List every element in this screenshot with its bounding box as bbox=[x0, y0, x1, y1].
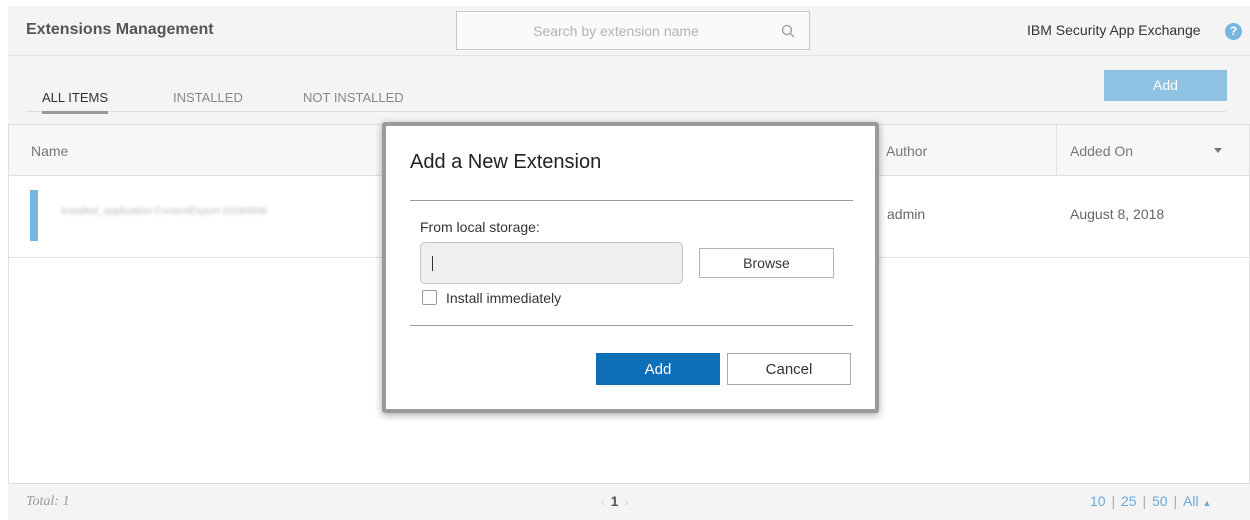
page-header: Extensions Management IBM Security App E… bbox=[8, 6, 1250, 56]
search-input[interactable] bbox=[457, 12, 775, 49]
app-exchange-link[interactable]: IBM Security App Exchange bbox=[1027, 22, 1201, 38]
next-page-icon[interactable]: › bbox=[624, 497, 628, 509]
sort-desc-icon[interactable] bbox=[1214, 148, 1222, 153]
install-immediately-label[interactable]: Install immediately bbox=[446, 290, 561, 306]
current-page[interactable]: 1 bbox=[611, 493, 619, 509]
prev-page-icon[interactable]: ‹ bbox=[601, 497, 605, 509]
pagination: ‹ 1 › bbox=[595, 493, 634, 509]
text-cursor bbox=[432, 256, 433, 271]
page-size-25[interactable]: 25 bbox=[1121, 493, 1137, 509]
table-footer: Total: 1 ‹ 1 › 10 | 25 | 50 | All ▲ bbox=[8, 484, 1250, 520]
row-added-on-cell: August 8, 2018 bbox=[1070, 206, 1165, 222]
dialog-divider bbox=[410, 325, 853, 326]
page-size-all[interactable]: All bbox=[1183, 493, 1199, 509]
search-box bbox=[456, 11, 810, 50]
dialog-title: Add a New Extension bbox=[410, 151, 602, 173]
page-title: Extensions Management bbox=[26, 21, 214, 38]
dialog-cancel-button[interactable]: Cancel bbox=[727, 353, 851, 385]
row-author-cell: admin bbox=[887, 206, 926, 222]
search-icon[interactable] bbox=[781, 24, 795, 38]
column-header-name[interactable]: Name bbox=[31, 143, 68, 159]
browse-button[interactable]: Browse bbox=[699, 248, 834, 278]
dialog-add-button[interactable]: Add bbox=[596, 353, 720, 385]
tab-not-installed[interactable]: NOT INSTALLED bbox=[303, 90, 404, 111]
file-path-input[interactable] bbox=[420, 242, 683, 284]
tab-installed[interactable]: INSTALLED bbox=[173, 90, 243, 111]
row-status-marker bbox=[30, 190, 38, 241]
local-storage-label: From local storage: bbox=[420, 219, 540, 235]
column-header-author[interactable]: Author bbox=[886, 143, 927, 159]
column-header-added-on[interactable]: Added On bbox=[1070, 143, 1133, 159]
install-immediately-checkbox[interactable] bbox=[422, 290, 437, 305]
row-name-cell: Installed_application-ContentExport-2018… bbox=[61, 206, 267, 217]
total-count: Total: 1 bbox=[26, 494, 70, 509]
tab-all-items[interactable]: ALL ITEMS bbox=[42, 90, 108, 114]
scroll-top-icon[interactable]: ▲ bbox=[1202, 498, 1211, 508]
add-extension-dialog: Add a New Extension From local storage: … bbox=[382, 122, 879, 413]
page-size-10[interactable]: 10 bbox=[1090, 493, 1106, 509]
page-size-selector: 10 | 25 | 50 | All ▲ bbox=[1090, 493, 1212, 509]
dialog-divider bbox=[410, 200, 853, 201]
page-size-50[interactable]: 50 bbox=[1152, 493, 1168, 509]
filter-tabs: ALL ITEMS INSTALLED NOT INSTALLED bbox=[26, 90, 1226, 114]
help-icon[interactable]: ? bbox=[1225, 23, 1242, 40]
